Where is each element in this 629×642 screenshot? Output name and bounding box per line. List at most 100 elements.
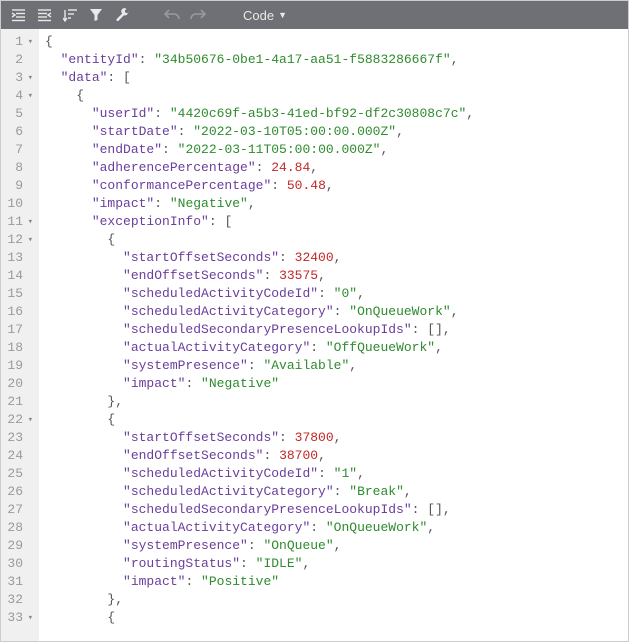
line-number: 7 (15, 141, 23, 159)
line-number: 29 (7, 537, 23, 555)
redo-icon[interactable] (187, 4, 209, 26)
gutter-row: 15 (3, 285, 33, 303)
fold-icon[interactable]: ▾ (25, 231, 33, 249)
gutter-row: 28 (3, 519, 33, 537)
line-number: 11 (7, 213, 23, 231)
code-line: { (45, 87, 474, 105)
fold-icon[interactable]: ▾ (25, 213, 33, 231)
code-line: "impact": "Negative" (45, 375, 474, 393)
line-number: 28 (7, 519, 23, 537)
indent-right-icon[interactable] (7, 4, 29, 26)
line-number: 1 (15, 33, 23, 51)
code-line: "entityId": "34b50676-0be1-4a17-aa51-f58… (45, 51, 474, 69)
line-number: 20 (7, 375, 23, 393)
gutter-row: 18 (3, 339, 33, 357)
fold-icon[interactable]: ▾ (25, 609, 33, 627)
line-number: 33 (7, 609, 23, 627)
gutter-row: 16 (3, 303, 33, 321)
code-line: "actualActivityCategory": "OnQueueWork", (45, 519, 474, 537)
line-number: 8 (15, 159, 23, 177)
code-line: "endOffsetSeconds": 38700, (45, 447, 474, 465)
code-line: "scheduledActivityCategory": "Break", (45, 483, 474, 501)
line-number: 18 (7, 339, 23, 357)
gutter-row: 21 (3, 393, 33, 411)
line-number: 13 (7, 249, 23, 267)
fold-icon[interactable]: ▾ (25, 69, 33, 87)
code-editor[interactable]: 1▾23▾4▾567891011▾12▾13141516171819202122… (1, 29, 628, 641)
gutter-row: 33▾ (3, 609, 33, 627)
line-number: 23 (7, 429, 23, 447)
gutter-row: 3▾ (3, 69, 33, 87)
code-line: "scheduledActivityCodeId": "1", (45, 465, 474, 483)
code-line: "scheduledSecondaryPresenceLookupIds": [… (45, 321, 474, 339)
line-number: 17 (7, 321, 23, 339)
gutter-row: 24 (3, 447, 33, 465)
gutter-row: 14 (3, 267, 33, 285)
gutter-row: 12▾ (3, 231, 33, 249)
fold-icon[interactable]: ▾ (25, 87, 33, 105)
line-number: 24 (7, 447, 23, 465)
code-line: "endOffsetSeconds": 33575, (45, 267, 474, 285)
line-number: 22 (7, 411, 23, 429)
code-line: }, (45, 393, 474, 411)
code-line: "startOffsetSeconds": 32400, (45, 249, 474, 267)
code-line: "scheduledActivityCodeId": "0", (45, 285, 474, 303)
line-number: 30 (7, 555, 23, 573)
gutter-row: 8 (3, 159, 33, 177)
code-line: "userId": "4420c69f-a5b3-41ed-bf92-df2c3… (45, 105, 474, 123)
gutter-row: 10 (3, 195, 33, 213)
code-line: "routingStatus": "IDLE", (45, 555, 474, 573)
gutter-row: 6 (3, 123, 33, 141)
code-line: "conformancePercentage": 50.48, (45, 177, 474, 195)
line-number: 26 (7, 483, 23, 501)
gutter-row: 32 (3, 591, 33, 609)
mode-switcher[interactable]: Code ▼ (243, 8, 287, 23)
gutter: 1▾23▾4▾567891011▾12▾13141516171819202122… (1, 29, 39, 641)
editor-panel: Code ▼ 1▾23▾4▾567891011▾12▾1314151617181… (0, 0, 629, 642)
code-line: { (45, 231, 474, 249)
code-line: { (45, 609, 474, 627)
code-line: }, (45, 591, 474, 609)
gutter-row: 30 (3, 555, 33, 573)
line-number: 31 (7, 573, 23, 591)
sort-icon[interactable] (59, 4, 81, 26)
editor-toolbar: Code ▼ (1, 1, 628, 29)
filter-icon[interactable] (85, 4, 107, 26)
gutter-row: 26 (3, 483, 33, 501)
wrench-icon[interactable] (111, 4, 133, 26)
line-number: 25 (7, 465, 23, 483)
code-line: "impact": "Negative", (45, 195, 474, 213)
line-number: 14 (7, 267, 23, 285)
line-number: 6 (15, 123, 23, 141)
fold-icon[interactable]: ▾ (25, 411, 33, 429)
line-number: 10 (7, 195, 23, 213)
fold-icon[interactable]: ▾ (25, 33, 33, 51)
gutter-row: 7 (3, 141, 33, 159)
code-line: "adherencePercentage": 24.84, (45, 159, 474, 177)
mode-label: Code (243, 8, 274, 23)
line-number: 27 (7, 501, 23, 519)
gutter-row: 11▾ (3, 213, 33, 231)
code-line: "exceptionInfo": [ (45, 213, 474, 231)
gutter-row: 1▾ (3, 33, 33, 51)
line-number: 16 (7, 303, 23, 321)
line-number: 32 (7, 591, 23, 609)
code-line: "impact": "Positive" (45, 573, 474, 591)
code-line: "data": [ (45, 69, 474, 87)
code-line: "scheduledActivityCategory": "OnQueueWor… (45, 303, 474, 321)
code-line: "systemPresence": "Available", (45, 357, 474, 375)
chevron-down-icon: ▼ (278, 10, 287, 20)
gutter-row: 17 (3, 321, 33, 339)
code-line: "startOffsetSeconds": 37800, (45, 429, 474, 447)
code-line: "systemPresence": "OnQueue", (45, 537, 474, 555)
gutter-row: 13 (3, 249, 33, 267)
indent-left-icon[interactable] (33, 4, 55, 26)
line-number: 15 (7, 285, 23, 303)
code-line: { (45, 33, 474, 51)
code-area[interactable]: { "entityId": "34b50676-0be1-4a17-aa51-f… (39, 29, 480, 641)
line-number: 3 (15, 69, 23, 87)
gutter-row: 22▾ (3, 411, 33, 429)
code-line: "startDate": "2022-03-10T05:00:00.000Z", (45, 123, 474, 141)
undo-icon[interactable] (161, 4, 183, 26)
line-number: 21 (7, 393, 23, 411)
